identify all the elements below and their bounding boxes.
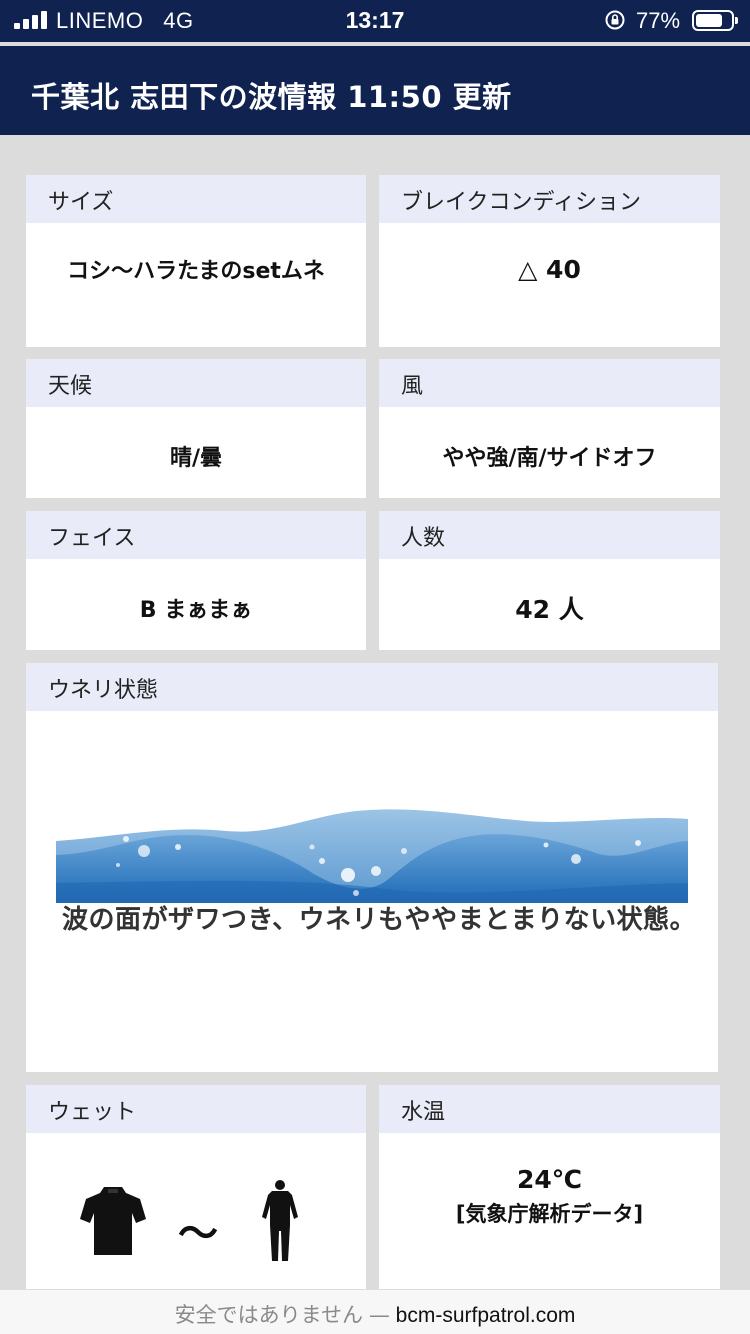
battery-icon xyxy=(692,10,738,31)
people-count-value: 42 人 xyxy=(515,595,584,624)
break-condition-label: ブレイクコンディション xyxy=(379,175,720,223)
security-warning: 安全ではありません xyxy=(174,1303,363,1327)
people-count-label: 人数 xyxy=(379,511,720,559)
rotation-lock-icon xyxy=(605,10,625,30)
page-title-text: 千葉北 志田下の波情報 11:50 更新 xyxy=(31,80,512,114)
browser-address-bar[interactable]: 安全ではありません — bcm-surfpatrol.com xyxy=(0,1289,750,1334)
wind-value: やや強/南/サイドオフ xyxy=(442,446,657,471)
face-value: B まぁまぁ xyxy=(139,598,253,623)
wind-label: 風 xyxy=(379,359,720,407)
weather-card: 天候 晴/曇 xyxy=(26,359,366,498)
face-card: フェイス B まぁまぁ xyxy=(26,511,366,650)
water-temperature-label: 水温 xyxy=(379,1085,720,1133)
break-condition-card: ブレイクコンディション △ 40 xyxy=(379,175,720,347)
water-temperature-card: 水温 24℃ [気象庁解析データ] xyxy=(379,1085,720,1289)
face-label: フェイス xyxy=(26,511,366,559)
people-count-card: 人数 42 人 xyxy=(379,511,720,650)
size-card: サイズ コシ〜ハラたまのsetムネ xyxy=(26,175,366,347)
full-suit-wetsuit-icon xyxy=(262,1180,298,1261)
site-domain: bcm-surfpatrol.com xyxy=(395,1304,576,1327)
short-sleeve-wetsuit-icon xyxy=(80,1187,146,1255)
wetsuit-range-separator: 〜 xyxy=(178,1211,218,1257)
size-value: コシ〜ハラたまのsetムネ xyxy=(67,259,325,284)
status-bar: LINEMO 4G 13:17 77% xyxy=(0,0,750,42)
wind-card: 風 やや強/南/サイドオフ xyxy=(379,359,720,498)
swell-condition-label: ウネリ状態 xyxy=(26,663,718,711)
battery-percent: 77% xyxy=(636,8,681,33)
weather-value: 晴/曇 xyxy=(169,446,223,471)
water-temperature-source: [気象庁解析データ] xyxy=(455,1202,644,1226)
weather-label: 天候 xyxy=(26,359,366,407)
address-separator: — xyxy=(368,1303,390,1327)
water-temperature-value: 24℃ xyxy=(516,1165,583,1194)
size-label: サイズ xyxy=(26,175,366,223)
swell-wave-illustration xyxy=(56,809,688,903)
wetsuit-card: ウェット 〜 xyxy=(26,1085,366,1289)
page-title: 千葉北 志田下の波情報 11:50 更新 xyxy=(0,46,750,135)
break-condition-value: △ 40 xyxy=(518,255,581,284)
swell-condition-card: ウネリ状態 波の面がザワつき、ウネリもややまとまりない状態。 xyxy=(26,663,718,1072)
wetsuit-range: 〜 xyxy=(26,1133,366,1293)
swell-condition-caption: 波の面がザワつき、ウネリもややまとまりない状態。 xyxy=(62,905,697,935)
wetsuit-label: ウェット xyxy=(26,1085,366,1133)
